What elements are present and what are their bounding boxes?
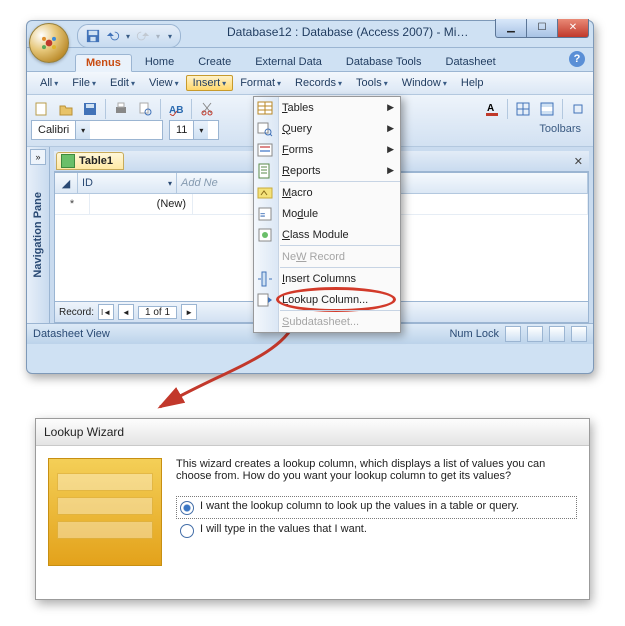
menu-item-insert-columns[interactable]: Insert Columns bbox=[254, 268, 400, 289]
svg-text:≡: ≡ bbox=[260, 210, 265, 220]
save-icon[interactable] bbox=[80, 99, 100, 119]
menu-item-new-record: NeW Record bbox=[254, 246, 400, 267]
form-icon bbox=[257, 142, 273, 158]
quick-access-toolbar: ▾ ▾ ▾ bbox=[77, 24, 181, 48]
menu-help[interactable]: Help bbox=[454, 75, 491, 91]
record-prev-icon[interactable]: ◄ bbox=[118, 304, 134, 320]
cell-id-new[interactable]: (New) bbox=[90, 194, 193, 214]
table-icon bbox=[61, 154, 75, 168]
record-first-icon[interactable]: I◄ bbox=[98, 304, 114, 320]
view-pivot-icon[interactable] bbox=[549, 326, 565, 342]
qat-customize-icon[interactable]: ▾ bbox=[168, 32, 172, 41]
classic-menubar: All▾ File▾ Edit▾ View▾ Insert▾ Format▾ R… bbox=[27, 72, 593, 95]
expand-icon[interactable] bbox=[568, 99, 588, 119]
redo-icon[interactable] bbox=[136, 29, 150, 43]
navigation-pane[interactable]: » Navigation Pane bbox=[27, 147, 50, 323]
window-controls: ▁ ☐ ✕ bbox=[496, 19, 589, 38]
menu-records[interactable]: Records▾ bbox=[288, 75, 349, 91]
menu-item-lookup-column[interactable]: Lookup Column... bbox=[254, 289, 400, 310]
print-preview-icon[interactable] bbox=[135, 99, 155, 119]
menu-item-module[interactable]: ≡Module bbox=[254, 203, 400, 224]
undo-icon[interactable] bbox=[106, 29, 120, 43]
menu-view[interactable]: View▾ bbox=[142, 75, 186, 91]
tab-database-tools[interactable]: Database Tools bbox=[335, 53, 433, 71]
font-size-combo[interactable]: 11▾ bbox=[169, 120, 219, 140]
menu-file[interactable]: File▾ bbox=[65, 75, 103, 91]
help-icon[interactable]: ? bbox=[569, 51, 585, 67]
row-selector-new[interactable]: * bbox=[55, 194, 90, 214]
menu-item-reports[interactable]: Reports▶ bbox=[254, 160, 400, 181]
select-all-header[interactable]: ◢ bbox=[55, 173, 78, 193]
menu-tools[interactable]: Tools▾ bbox=[349, 75, 395, 91]
insert-menu-dropdown: Tables▶Query▶Forms▶Reports▶Macro≡ModuleC… bbox=[253, 96, 401, 333]
font-color-icon[interactable]: A bbox=[482, 99, 502, 119]
menu-item-forms[interactable]: Forms▶ bbox=[254, 139, 400, 160]
status-view-label: Datasheet View bbox=[33, 328, 110, 340]
redo-dropdown-icon[interactable]: ▾ bbox=[156, 32, 160, 41]
lookup-wizard-dialog: Lookup Wizard This wizard creates a look… bbox=[35, 418, 590, 600]
print-icon[interactable] bbox=[111, 99, 131, 119]
menu-all[interactable]: All▾ bbox=[33, 75, 65, 91]
report-icon bbox=[257, 163, 273, 179]
maximize-button[interactable]: ☐ bbox=[526, 19, 558, 38]
record-position[interactable]: 1 of 1 bbox=[138, 306, 177, 319]
table-icon bbox=[257, 100, 273, 116]
tab-datasheet[interactable]: Datasheet bbox=[435, 53, 507, 71]
query-icon bbox=[257, 121, 273, 137]
menu-item-macro[interactable]: Macro bbox=[254, 182, 400, 203]
close-button[interactable]: ✕ bbox=[557, 19, 589, 38]
save-icon[interactable] bbox=[86, 29, 100, 43]
title-bar: ▾ ▾ ▾ Database12 : Database (Access 2007… bbox=[27, 21, 593, 48]
menu-window[interactable]: Window▾ bbox=[395, 75, 454, 91]
ribbon-tabs: Menus Home Create External Data Database… bbox=[27, 48, 593, 72]
wizard-intro-text: This wizard creates a lookup column, whi… bbox=[176, 458, 577, 482]
menu-edit[interactable]: Edit▾ bbox=[103, 75, 142, 91]
status-numlock: Num Lock bbox=[449, 328, 499, 340]
toolbar-label: Toolbars bbox=[539, 123, 581, 135]
insert-col-icon bbox=[257, 271, 273, 287]
wizard-illustration bbox=[48, 458, 162, 566]
class-module-icon bbox=[257, 227, 273, 243]
record-next-icon[interactable]: ► bbox=[181, 304, 197, 320]
module-icon: ≡ bbox=[257, 206, 273, 222]
menu-item-tables[interactable]: Tables▶ bbox=[254, 97, 400, 118]
wizard-title: Lookup Wizard bbox=[36, 419, 589, 446]
view-chart-icon[interactable] bbox=[571, 326, 587, 342]
document-tab-table1[interactable]: Table1 bbox=[56, 152, 124, 170]
column-header-id[interactable]: ID▾ bbox=[78, 173, 177, 193]
macro-icon bbox=[257, 185, 273, 201]
view-design-icon[interactable] bbox=[527, 326, 543, 342]
radio-unchecked-icon bbox=[180, 524, 194, 538]
open-icon[interactable] bbox=[56, 99, 76, 119]
tab-create[interactable]: Create bbox=[187, 53, 242, 71]
menu-item-class-module[interactable]: Class Module bbox=[254, 224, 400, 245]
tab-close-icon[interactable]: ✕ bbox=[574, 155, 583, 168]
navpane-toggle-icon[interactable]: » bbox=[30, 149, 46, 165]
office-button[interactable] bbox=[29, 23, 69, 63]
menu-insert[interactable]: Insert▾ bbox=[186, 75, 234, 91]
tab-external-data[interactable]: External Data bbox=[244, 53, 333, 71]
svg-text:A: A bbox=[487, 103, 494, 114]
cut-icon[interactable] bbox=[197, 99, 217, 119]
alt-color-icon[interactable] bbox=[537, 99, 557, 119]
tab-menus[interactable]: Menus bbox=[75, 54, 132, 72]
window-title: Database12 : Database (Access 2007) - Mi… bbox=[227, 25, 473, 39]
wizard-option-type[interactable]: I will type in the values that I want. bbox=[176, 519, 577, 542]
menu-format[interactable]: Format▾ bbox=[233, 75, 288, 91]
new-icon[interactable] bbox=[32, 99, 52, 119]
view-datasheet-icon[interactable] bbox=[505, 326, 521, 342]
menu-item-query[interactable]: Query▶ bbox=[254, 118, 400, 139]
radio-checked-icon bbox=[180, 501, 194, 515]
wizard-option-lookup[interactable]: I want the lookup column to look up the … bbox=[176, 496, 577, 519]
lookup-icon bbox=[257, 292, 273, 308]
gridlines-icon[interactable] bbox=[513, 99, 533, 119]
menu-item-subdatasheet: Subdatasheet... bbox=[254, 311, 400, 332]
spelling-icon[interactable]: AB bbox=[166, 99, 186, 119]
tab-home[interactable]: Home bbox=[134, 53, 185, 71]
minimize-button[interactable]: ▁ bbox=[495, 19, 527, 38]
undo-dropdown-icon[interactable]: ▾ bbox=[126, 32, 130, 41]
font-name-combo[interactable]: Calibri▾ bbox=[31, 120, 163, 140]
